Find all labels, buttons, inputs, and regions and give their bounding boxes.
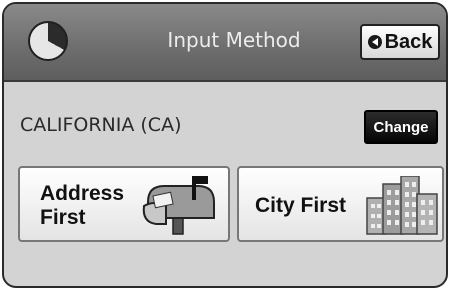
change-state-button[interactable]: Change (364, 110, 438, 144)
city-buildings-icon (366, 176, 438, 235)
mailbox-icon (142, 176, 215, 235)
address-first-button[interactable]: Address First (18, 166, 230, 242)
city-first-label: City First (255, 194, 347, 217)
back-arrow-icon (367, 35, 382, 49)
selected-state: CALIFORNIA (CA) (20, 114, 182, 136)
city-first-button[interactable]: City First (237, 166, 444, 242)
title-bar: Input Method Back (4, 4, 446, 82)
address-first-label: Address First (40, 182, 124, 230)
address-first-label-line: Address First (40, 182, 125, 229)
back-button-label: Back (384, 30, 433, 53)
back-button[interactable]: Back (360, 24, 440, 60)
page-title: Input Method (167, 28, 301, 52)
pie-logo-icon (28, 21, 68, 61)
input-method-screen: Input Method Back CALIFORNIA (CA) Change… (2, 2, 448, 288)
